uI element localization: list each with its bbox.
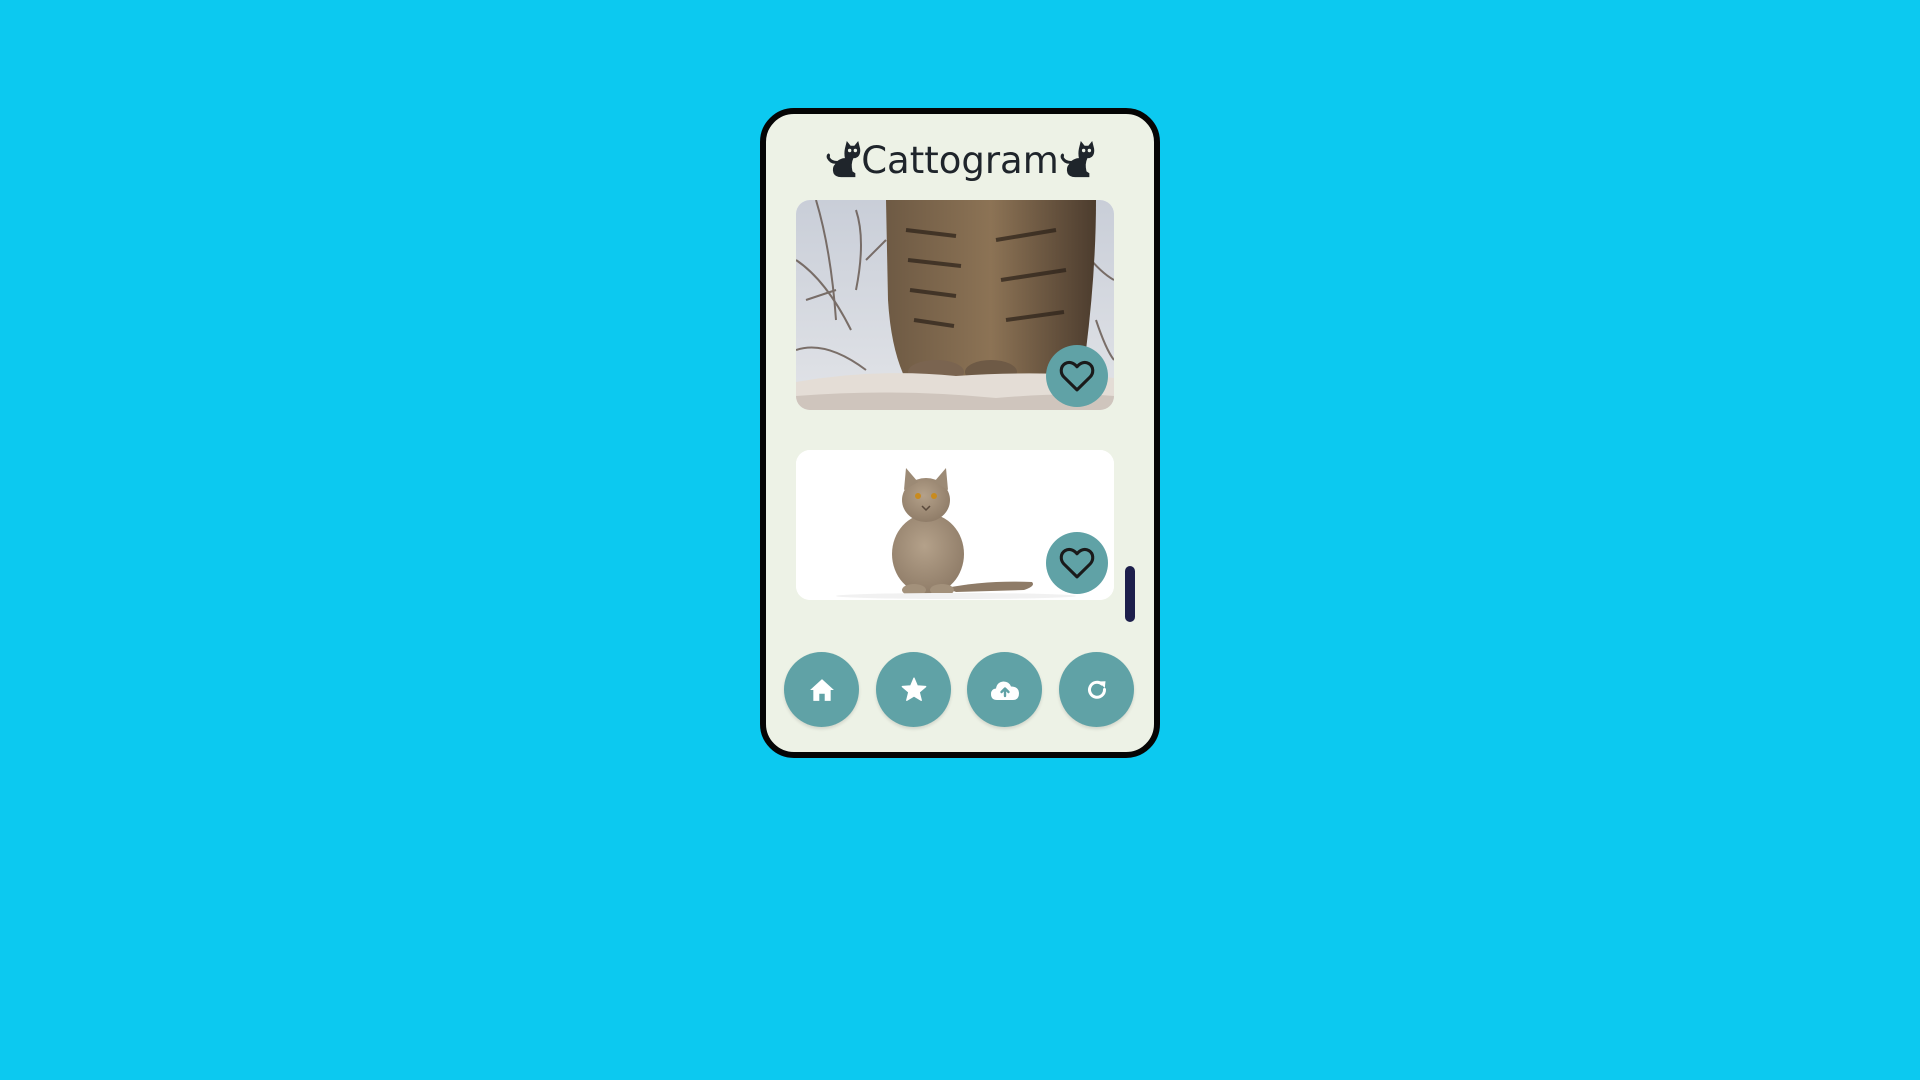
post-card xyxy=(796,450,1114,600)
upload-button[interactable] xyxy=(967,652,1042,727)
cat-icon xyxy=(826,141,861,178)
scrollbar-thumb[interactable] xyxy=(1125,566,1135,622)
cat-icon xyxy=(1060,141,1095,178)
heart-outline-icon xyxy=(1059,360,1095,392)
star-icon xyxy=(901,677,926,701)
favorites-button[interactable] xyxy=(876,652,951,727)
post-card xyxy=(796,200,1114,410)
like-button[interactable] xyxy=(1046,345,1108,407)
like-button[interactable] xyxy=(1046,532,1108,594)
home-button[interactable] xyxy=(784,652,859,727)
app-header: Cattogram xyxy=(766,138,1154,182)
photo-feed[interactable] xyxy=(796,200,1114,614)
bottom-nav xyxy=(784,652,1134,728)
heart-outline-icon xyxy=(1059,547,1095,579)
home-icon xyxy=(809,678,834,701)
refresh-icon xyxy=(1087,680,1106,699)
app-title: Cattogram xyxy=(861,138,1059,182)
cloud-upload-icon xyxy=(990,681,1019,700)
phone-frame: Cattogram xyxy=(760,108,1160,758)
refresh-button[interactable] xyxy=(1059,652,1134,727)
